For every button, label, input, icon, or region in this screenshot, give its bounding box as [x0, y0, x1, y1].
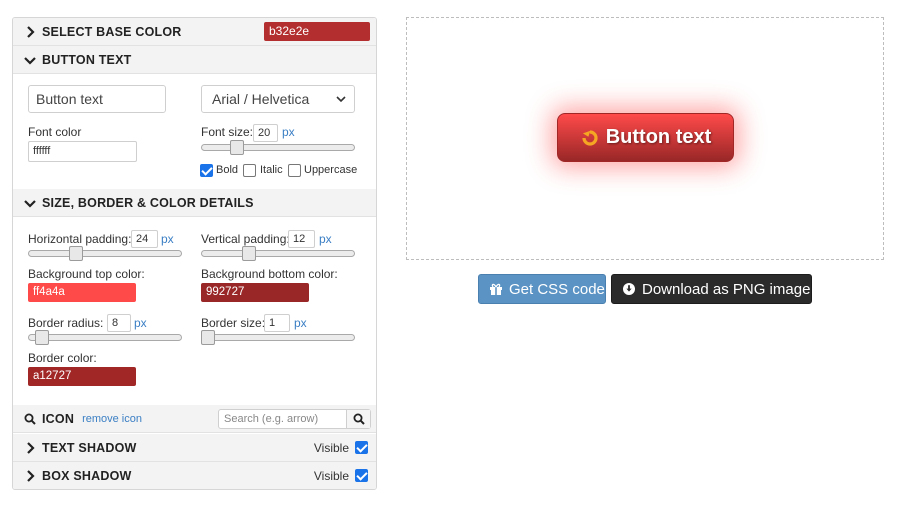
gift-icon: [490, 283, 502, 295]
download-png-button[interactable]: Download as PNG image: [611, 274, 812, 304]
chevron-down-icon: [336, 96, 346, 103]
bg-top-color-picker[interactable]: ff4a4a: [28, 283, 136, 302]
uppercase-label: Uppercase: [304, 164, 358, 176]
v-padding-label: Vertical padding:: [201, 232, 290, 246]
bold-label: Bold: [216, 164, 239, 176]
bg-top-label: Background top color:: [28, 267, 145, 281]
border-radius-label: Border radius:: [28, 316, 104, 330]
border-size-label: Border size:: [201, 316, 266, 330]
section-base-color[interactable]: SELECT BASE COLOR b32e2e: [13, 18, 376, 46]
v-padding-unit: px: [319, 232, 332, 246]
text-shadow-visible-checkbox[interactable]: [355, 441, 368, 454]
font-color-input[interactable]: ffffff: [28, 141, 137, 162]
remove-icon-link[interactable]: remove icon: [82, 413, 142, 425]
section-title: SELECT BASE COLOR: [42, 24, 182, 39]
icon-search-input[interactable]: Search (e.g. arrow): [218, 409, 371, 429]
slider-thumb[interactable]: [230, 140, 244, 155]
border-color-label: Border color:: [28, 351, 97, 365]
section-box-shadow[interactable]: BOX SHADOW Visible: [13, 462, 376, 489]
button-text-input[interactable]: Button text: [28, 85, 166, 113]
search-icon: [353, 413, 365, 425]
box-shadow-visible-checkbox[interactable]: [355, 469, 368, 482]
font-size-unit: px: [282, 125, 295, 139]
section-title: ICON: [42, 411, 75, 426]
font-family-value: Arial / Helvetica: [212, 91, 310, 107]
section-text-shadow[interactable]: TEXT SHADOW Visible: [13, 434, 376, 462]
font-size-slider[interactable]: [201, 140, 355, 155]
chevron-down-icon: [24, 56, 36, 65]
bold-checkbox[interactable]: [200, 164, 213, 177]
search-icon: [24, 413, 36, 425]
h-padding-unit: px: [161, 232, 174, 246]
chevron-down-icon: [24, 199, 36, 208]
font-color-label: Font color: [28, 125, 82, 139]
h-padding-slider[interactable]: [28, 246, 182, 261]
get-css-label: Get CSS code: [509, 280, 605, 298]
chevron-right-icon: [27, 470, 35, 482]
preview-button[interactable]: Button text: [557, 113, 734, 162]
slider-thumb[interactable]: [69, 246, 83, 261]
italic-checkbox[interactable]: [243, 164, 256, 177]
search-button[interactable]: [346, 410, 370, 428]
border-radius-slider[interactable]: [28, 330, 182, 345]
search-placeholder: Search (e.g. arrow): [224, 413, 319, 425]
border-radius-input[interactable]: 8: [107, 314, 131, 332]
v-padding-input[interactable]: 12: [288, 230, 315, 248]
section-icon[interactable]: ICON remove icon Search (e.g. arrow): [13, 405, 376, 433]
settings-panel: SELECT BASE COLOR b32e2e BUTTON TEXT But…: [12, 17, 377, 490]
section-title: BUTTON TEXT: [42, 52, 132, 67]
font-family-select[interactable]: Arial / Helvetica: [201, 85, 355, 113]
border-size-slider[interactable]: [201, 330, 355, 345]
border-radius-unit: px: [134, 316, 147, 330]
bg-bottom-label: Background bottom color:: [201, 267, 338, 281]
uppercase-checkbox[interactable]: [288, 164, 301, 177]
h-padding-input[interactable]: 24: [131, 230, 158, 248]
visible-label: Visible: [313, 469, 349, 483]
border-size-unit: px: [294, 316, 307, 330]
get-css-button[interactable]: Get CSS code: [478, 274, 606, 304]
download-circle-icon: [623, 283, 635, 295]
base-color-picker[interactable]: b32e2e: [264, 22, 370, 41]
v-padding-slider[interactable]: [201, 246, 355, 261]
slider-thumb[interactable]: [201, 330, 215, 345]
italic-label: Italic: [260, 164, 283, 176]
section-title: BOX SHADOW: [42, 469, 132, 483]
slider-thumb[interactable]: [242, 246, 256, 261]
font-size-input[interactable]: 20: [253, 124, 278, 142]
bg-bottom-color-picker[interactable]: 992727: [201, 283, 309, 302]
section-details[interactable]: SIZE, BORDER & COLOR DETAILS: [13, 189, 376, 217]
section-title: TEXT SHADOW: [42, 440, 137, 455]
preview-button-label: Button text: [605, 126, 712, 148]
font-size-label: Font size:: [201, 125, 254, 139]
visible-label: Visible: [313, 441, 349, 455]
border-color-picker[interactable]: a12727: [28, 367, 136, 386]
h-padding-label: Horizontal padding:: [28, 232, 132, 246]
chevron-right-icon: [27, 441, 35, 454]
rotate-arrow-icon: [582, 129, 598, 146]
border-size-input[interactable]: 1: [264, 314, 290, 332]
chevron-right-icon: [27, 25, 35, 38]
button-preview-area: Button text: [406, 17, 884, 260]
download-png-label: Download as PNG image: [642, 280, 811, 298]
slider-thumb[interactable]: [35, 330, 49, 345]
section-button-text[interactable]: BUTTON TEXT: [13, 46, 376, 74]
section-title: SIZE, BORDER & COLOR DETAILS: [42, 195, 254, 210]
